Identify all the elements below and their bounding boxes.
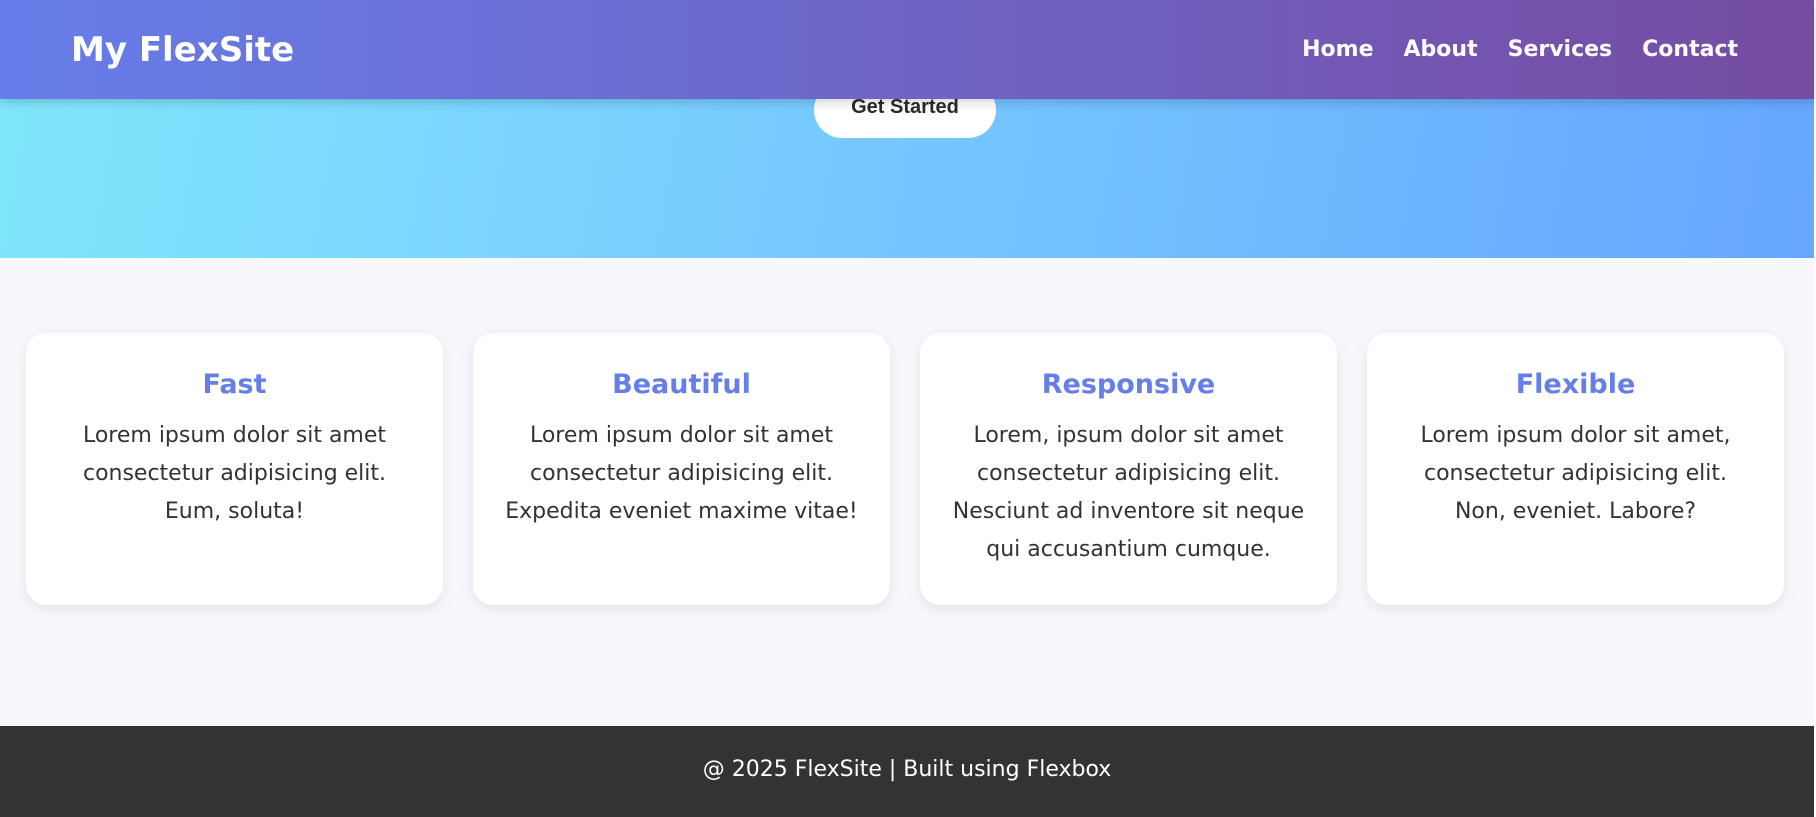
nav-link-contact[interactable]: Contact <box>1642 37 1738 62</box>
feature-text: Lorem, ipsum dolor sit amet consectetur … <box>952 423 1305 563</box>
feature-title: Flexible <box>1515 369 1636 400</box>
feature-text: Lorem ipsum dolor sit amet consectetur a… <box>82 423 387 525</box>
feature-card-fast: Fast Lorem ipsum dolor sit amet consecte… <box>26 333 443 605</box>
feature-title: Fast <box>202 369 267 400</box>
feature-card-beautiful: Beautiful Lorem ipsum dolor sit amet con… <box>473 333 890 605</box>
site-logo[interactable]: My FlexSite <box>71 30 294 70</box>
feature-card-responsive: Responsive Lorem, ipsum dolor sit amet c… <box>920 333 1337 605</box>
feature-card-flexible: Flexible Lorem ipsum dolor sit amet, con… <box>1367 333 1784 605</box>
nav-link-services[interactable]: Services <box>1508 37 1613 62</box>
nav-link-about[interactable]: About <box>1404 37 1478 62</box>
feature-text: Lorem ipsum dolor sit amet consectetur a… <box>505 423 858 525</box>
site-footer: @ 2025 FlexSite | Built using Flexbox <box>0 726 1814 817</box>
nav-link-home[interactable]: Home <box>1302 37 1373 62</box>
footer-text: @ 2025 FlexSite | Built using Flexbox <box>702 756 1112 782</box>
main-nav: Home About Services Contact <box>1302 37 1738 62</box>
feature-title: Responsive <box>1041 369 1216 400</box>
feature-text: Lorem ipsum dolor sit amet, consectetur … <box>1420 423 1731 525</box>
features-section: Fast Lorem ipsum dolor sit amet consecte… <box>26 333 1784 605</box>
site-header: My FlexSite Home About Services Contact <box>0 0 1814 99</box>
feature-title: Beautiful <box>612 369 751 400</box>
